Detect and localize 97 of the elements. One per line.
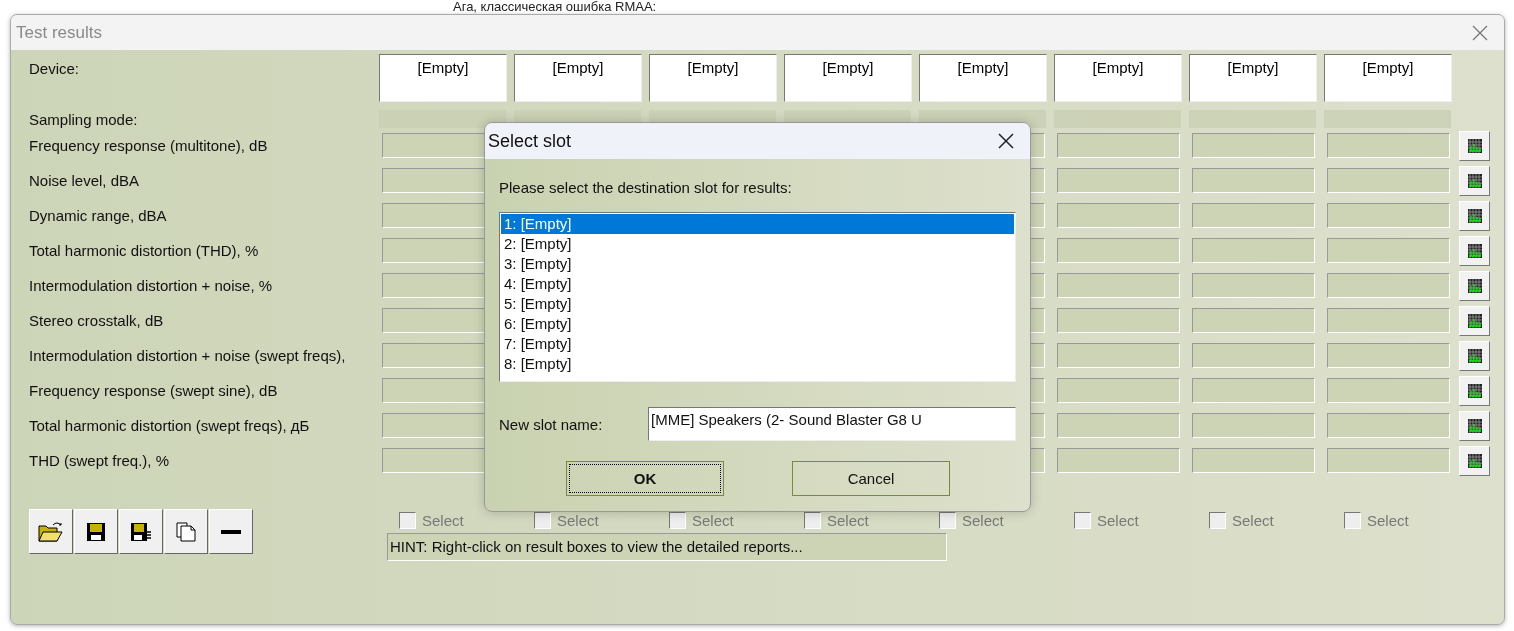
result-box[interactable] <box>1057 448 1180 473</box>
graph-button[interactable] <box>1459 270 1490 301</box>
result-box[interactable] <box>1057 413 1180 438</box>
graph-button[interactable] <box>1459 410 1490 441</box>
pages-icon <box>175 520 197 543</box>
test-label: Dynamic range, dBA <box>29 206 168 226</box>
result-box[interactable] <box>1327 448 1450 473</box>
result-box[interactable] <box>1327 168 1450 193</box>
result-box[interactable] <box>1192 168 1315 193</box>
open-button[interactable] <box>29 509 73 554</box>
ok-button[interactable]: OK <box>566 461 724 496</box>
prompt-text: Please select the destination slot for results: <box>499 179 793 196</box>
slot-list-item[interactable]: 8: [Empty] <box>501 354 1014 374</box>
device-name-box: [Empty] <box>649 54 777 102</box>
remove-button[interactable] <box>209 509 253 554</box>
device-name-box: [Empty] <box>514 54 642 102</box>
result-box[interactable] <box>1057 308 1180 333</box>
slot-name-label: New slot name: <box>499 415 603 433</box>
graph-icon <box>1467 208 1482 223</box>
graph-icon <box>1467 243 1482 258</box>
test-label: Frequency response (multitone), dB <box>29 136 269 156</box>
result-box[interactable] <box>1057 238 1180 263</box>
graph-button[interactable] <box>1459 235 1490 266</box>
result-box[interactable] <box>1327 343 1450 368</box>
slot-list-item[interactable]: 3: [Empty] <box>501 254 1014 274</box>
device-label: Device: <box>29 59 81 77</box>
test-label: Intermodulation distortion + noise (swept freqs), <box>29 346 347 366</box>
device-name-box: [Empty] <box>784 54 912 102</box>
result-box[interactable] <box>1057 273 1180 298</box>
cancel-button[interactable]: Cancel <box>792 461 950 496</box>
test-label: THD (swept freq.), % <box>29 451 171 471</box>
graph-icon <box>1467 453 1482 468</box>
result-box[interactable] <box>1192 343 1315 368</box>
graph-button[interactable] <box>1459 445 1490 476</box>
folder-icon <box>38 520 64 543</box>
graph-button[interactable] <box>1459 130 1490 161</box>
result-box[interactable] <box>1192 203 1315 228</box>
article-text: Ага, классическая ошибка RMAA: <box>453 0 657 14</box>
save-button[interactable] <box>74 509 118 554</box>
close-icon[interactable] <box>998 133 1014 149</box>
sampling-mode-label: Sampling mode: <box>29 110 139 128</box>
slot-list-item[interactable]: 5: [Empty] <box>501 294 1014 314</box>
graph-icon <box>1467 173 1482 188</box>
result-box[interactable] <box>1192 448 1315 473</box>
result-box[interactable] <box>1057 203 1180 228</box>
test-label: Total harmonic distortion (THD), % <box>29 241 260 261</box>
graph-icon <box>1467 418 1482 433</box>
floppy-disk-list-icon <box>130 521 152 542</box>
result-box[interactable] <box>1327 273 1450 298</box>
slot-list-item[interactable]: 2: [Empty] <box>501 234 1014 254</box>
slot-name-field[interactable]: [MME] Speakers (2- Sound Blaster G8 U <box>648 407 1016 441</box>
slot-list-item[interactable]: 1: [Empty] <box>501 214 1014 234</box>
graph-button[interactable] <box>1459 200 1490 231</box>
result-box[interactable] <box>1057 133 1180 158</box>
result-box[interactable] <box>1192 133 1315 158</box>
result-box[interactable] <box>1192 308 1315 333</box>
test-label: Frequency response (swept sine), dB <box>29 381 279 401</box>
test-label: Noise level, dBA <box>29 171 141 191</box>
result-box[interactable] <box>1192 413 1315 438</box>
copy-button[interactable] <box>164 509 208 554</box>
result-box[interactable] <box>1192 378 1315 403</box>
test-label: Total harmonic distortion (swept freqs), дБ <box>29 416 311 436</box>
graph-icon <box>1467 278 1482 293</box>
device-name-box: [Empty] <box>919 54 1047 102</box>
result-box[interactable] <box>1327 133 1450 158</box>
graph-button[interactable] <box>1459 375 1490 406</box>
save-as-button[interactable] <box>119 509 163 554</box>
graph-button[interactable] <box>1459 165 1490 196</box>
device-name-box: [Empty] <box>379 54 507 102</box>
result-box[interactable] <box>1327 308 1450 333</box>
slot-list-item[interactable]: 7: [Empty] <box>501 334 1014 354</box>
result-box[interactable] <box>1327 203 1450 228</box>
graph-icon <box>1467 138 1482 153</box>
graph-icon <box>1467 313 1482 328</box>
graph-icon <box>1467 348 1482 363</box>
hint-text: HINT: Right-click on result boxes to view the detailed reports... <box>387 533 947 561</box>
result-box[interactable] <box>1192 273 1315 298</box>
device-name-box: [Empty] <box>1189 54 1317 102</box>
result-box[interactable] <box>1327 238 1450 263</box>
result-box[interactable] <box>1327 413 1450 438</box>
result-box[interactable] <box>1057 168 1180 193</box>
graph-icon <box>1467 383 1482 398</box>
window-title: Test results <box>16 22 102 43</box>
graph-button[interactable] <box>1459 340 1490 371</box>
test-label: Intermodulation distortion + noise, % <box>29 276 274 296</box>
slot-list-item[interactable]: 4: [Empty] <box>501 274 1014 294</box>
minus-icon <box>221 529 241 534</box>
dialog-title: Select slot <box>488 130 572 152</box>
device-name-box: [Empty] <box>1324 54 1452 102</box>
slot-list-item[interactable]: 6: [Empty] <box>501 314 1014 334</box>
graph-button[interactable] <box>1459 305 1490 336</box>
device-name-box: [Empty] <box>1054 54 1182 102</box>
result-box[interactable] <box>1192 238 1315 263</box>
result-box[interactable] <box>1327 378 1450 403</box>
result-box[interactable] <box>1057 378 1180 403</box>
test-label: Stereo crosstalk, dB <box>29 311 165 331</box>
result-box[interactable] <box>1057 343 1180 368</box>
